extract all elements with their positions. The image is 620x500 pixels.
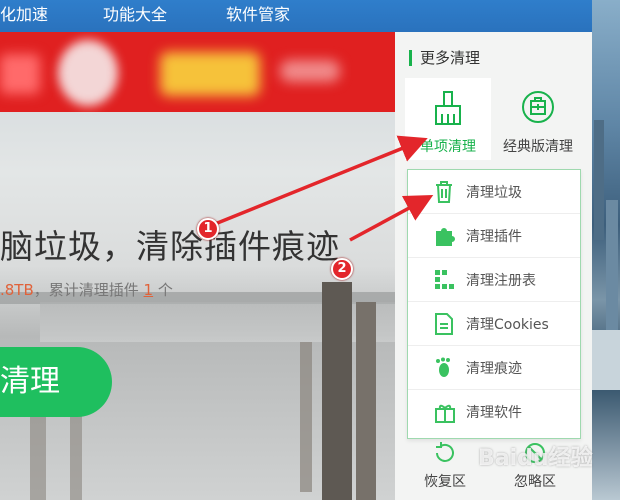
trash-icon [436,181,452,203]
menu-item-clean-registry[interactable]: 清理注册表 [408,258,580,302]
single-clean-button[interactable]: 单项清理 [405,78,491,160]
gift-icon [435,404,455,423]
banner-mascot [58,40,118,106]
classic-clean-button[interactable]: 经典版清理 [495,78,581,160]
watermark: Baidu经验 [478,446,593,471]
banner-graphic [280,60,340,82]
menu-item-clean-plugins[interactable]: 清理插件 [408,214,580,258]
scene-pillar [322,282,352,500]
menu-item-clean-software[interactable]: 清理软件 [408,390,580,434]
banner-cta [160,52,260,96]
restore-icon [436,442,454,462]
footprint-icon [436,357,450,377]
nav-item-software-manager[interactable]: 软件管家 [226,0,290,32]
menu-item-label: 清理Cookies [466,317,549,333]
stats-text: ，累计清理插件 [33,281,144,299]
menu-item-label: 清理垃圾 [466,185,522,201]
cleanup-stats: .8TB，累计清理插件 1 个 [0,279,173,300]
stats-plugin-count[interactable]: 1 [144,281,154,299]
menu-item-clean-traces[interactable]: 清理痕迹 [408,346,580,390]
nav-item-speedup[interactable]: 化加速 [0,0,48,32]
classic-clean-icon [522,91,554,123]
classic-clean-label: 经典版清理 [503,139,573,155]
menu-item-label: 清理注册表 [466,273,536,289]
puzzle-icon [436,228,455,246]
promo-banner[interactable] [0,32,395,112]
panel-title: 更多清理 [409,50,480,66]
stats-size: .8TB [0,281,34,299]
banner-graphic [0,54,40,94]
broom-icon [435,91,461,125]
scene-pillar [300,342,312,492]
menu-item-clean-junk[interactable]: 清理垃圾 [408,170,580,214]
document-icon [435,313,453,335]
ignore-area-label: 忽略区 [514,474,556,490]
main-headline: 脑垃圾，清除插件痕迹 [0,227,340,266]
more-clean-panel: 更多清理 单项清理 经典版清理 清理垃圾 清理插件 清理注册表 清理Cookie… [395,32,592,500]
top-nav: 化加速 功能大全 软件管家 [0,0,592,32]
menu-item-clean-cookies[interactable]: 清理Cookies [408,302,580,346]
annotation-badge-2: 2 [331,258,353,280]
menu-item-label: 清理插件 [466,229,522,245]
restore-area-button[interactable]: 恢复区 [405,439,485,490]
clean-button[interactable]: 清理 [0,347,112,417]
desktop-background [592,0,620,500]
nav-item-features[interactable]: 功能大全 [103,0,167,32]
building [594,120,604,240]
building [592,330,620,390]
menu-item-label: 清理痕迹 [466,361,522,377]
scene-pillar [356,302,376,500]
single-clean-menu: 清理垃圾 清理插件 清理注册表 清理Cookies 清理痕迹 清理软件 [407,169,581,439]
building [606,200,618,340]
registry-icon [435,270,454,289]
annotation-badge-1: 1 [197,218,219,240]
stats-unit: 个 [153,281,173,299]
restore-area-label: 恢复区 [424,474,466,490]
single-clean-label: 单项清理 [420,139,476,155]
menu-item-label: 清理软件 [466,405,522,421]
